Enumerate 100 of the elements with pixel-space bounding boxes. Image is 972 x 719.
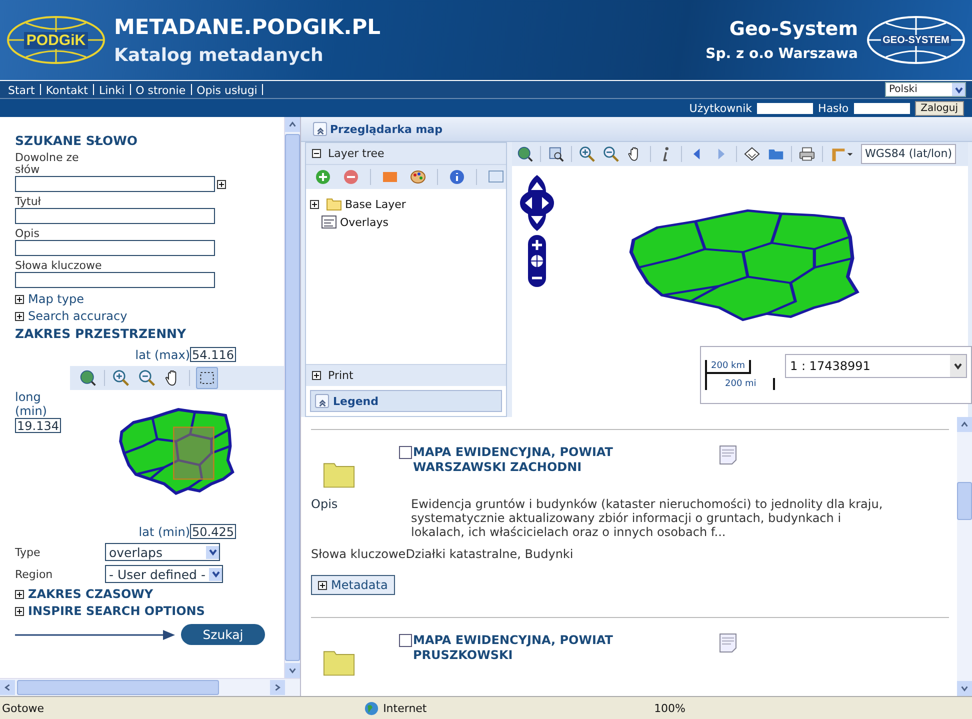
scroll-up-button[interactable] [957, 417, 972, 432]
site-subtitle: Katalog metadanych [114, 44, 324, 66]
zoom-in-icon[interactable] [111, 368, 131, 388]
palette-icon[interactable] [409, 168, 427, 186]
site-title: METADANE.PODGIK.PL [114, 14, 381, 38]
list-icon [321, 215, 337, 229]
text-field[interactable] [15, 240, 215, 256]
scale-label: 200 km [707, 360, 751, 374]
coordinate-field[interactable]: 54.116 [190, 347, 236, 362]
layer-tree-header[interactable]: Layer tree [328, 147, 384, 160]
expand-icon[interactable] [15, 590, 24, 598]
document-icon[interactable] [719, 633, 737, 653]
layers-icon[interactable] [743, 145, 761, 163]
checkbox[interactable] [399, 634, 412, 647]
expand-icon[interactable] [15, 606, 24, 616]
expand-icon[interactable] [217, 180, 226, 188]
double-caret-icon[interactable] [318, 398, 326, 407]
scale-label: 200 mi [707, 378, 775, 390]
scroll-right-button[interactable] [270, 680, 285, 695]
overview-map-drawing[interactable] [117, 406, 235, 498]
scroll-thumb[interactable] [17, 680, 219, 695]
globe-zoom-icon[interactable] [78, 368, 98, 388]
company-subtitle: Sp. z o.o Warszawa [706, 46, 858, 62]
username-field[interactable] [757, 102, 814, 114]
zoom-to-layer-icon[interactable] [547, 145, 565, 163]
collapsible-toggle[interactable]: Search accuracy [28, 309, 128, 323]
geo-system-logo[interactable]: GEO-SYSTEM [866, 15, 966, 65]
scroll-down-button[interactable] [285, 663, 300, 678]
expand-icon[interactable] [15, 294, 24, 304]
layer-name[interactable]: Overlays [340, 216, 388, 228]
logo-text: PODGiK [24, 32, 88, 48]
expand-icon[interactable] [312, 371, 321, 380]
layer-name[interactable]: Base Layer [345, 198, 406, 210]
collapsible-section[interactable]: INSPIRE SEARCH OPTIONS [28, 604, 205, 618]
nav-link[interactable]: Start [8, 84, 35, 96]
field-label: Słowa kluczowe [15, 260, 103, 272]
scroll-thumb[interactable] [957, 482, 972, 520]
nav-link[interactable]: Kontakt [46, 84, 88, 96]
printer-icon[interactable] [798, 145, 816, 163]
globe-zoom-icon[interactable] [516, 145, 534, 163]
projection-select[interactable]: WGS84 (lat/lon) [861, 144, 956, 164]
scroll-down-button[interactable] [957, 681, 972, 696]
pan-control-icon[interactable] [519, 174, 555, 232]
scroll-up-button[interactable] [285, 117, 300, 132]
expand-icon[interactable] [310, 200, 319, 208]
keywords-label: Słowa kluczowe [311, 547, 406, 561]
result-title[interactable]: MAPA EWIDENCYJNA, POWIAT PRUSZKOWSKI [413, 633, 653, 663]
field-label: Tytuł [15, 196, 42, 208]
coordinate-field[interactable]: 19.134 [15, 418, 61, 433]
text-field[interactable] [15, 272, 215, 288]
zoom-level[interactable]: 100% [654, 702, 686, 714]
globe-icon [364, 700, 380, 716]
keywords-text: Działki katastralne, Budynki [406, 547, 574, 561]
scale-select[interactable]: 1 : 17438991 [785, 354, 967, 378]
caret-down-icon[interactable] [288, 666, 297, 675]
print-panel-header[interactable]: Print [328, 369, 354, 382]
language-select[interactable]: Polski [885, 82, 966, 97]
box-select-icon[interactable] [196, 367, 218, 389]
caret-down-icon[interactable] [960, 684, 969, 693]
nav-link[interactable]: Linki [98, 84, 125, 96]
text-field[interactable] [15, 176, 215, 192]
field-label: Opis [15, 228, 40, 240]
expand-icon[interactable] [15, 312, 24, 320]
coordinate-field[interactable]: 50.425 [190, 524, 236, 539]
zoom-control-icon[interactable] [527, 235, 547, 287]
collapsible-toggle[interactable]: Map type [28, 292, 84, 306]
caret-up-icon[interactable] [960, 420, 969, 429]
legend-title: Legend [333, 394, 379, 408]
result-title[interactable]: MAPA EWIDENCYJNA, POWIAT WARSZAWSKI ZACHODNI [413, 445, 653, 475]
double-caret-icon[interactable] [316, 126, 324, 135]
caret-left-icon[interactable] [3, 683, 12, 692]
password-field[interactable] [854, 102, 910, 114]
section-heading: SZUKANE SŁOWO [15, 133, 139, 148]
expand-icon[interactable] [318, 580, 327, 590]
zoom-in-icon[interactable] [578, 145, 596, 163]
password-label: Hasło [818, 102, 849, 114]
collapsible-section[interactable]: ZAKRES CZASOWY [28, 587, 154, 601]
scroll-left-button[interactable] [0, 680, 15, 695]
dropdown-select[interactable]: - User defined - [105, 565, 224, 583]
dropdown-select[interactable]: overlaps [105, 543, 220, 561]
podgik-logo[interactable]: PODGiK [6, 15, 106, 65]
caret-right-icon[interactable] [273, 683, 282, 692]
info-icon[interactable] [448, 168, 466, 186]
checkbox[interactable] [399, 446, 412, 459]
text-field[interactable] [15, 208, 215, 224]
legend-panel-header[interactable]: Legend [310, 390, 502, 412]
nav-link[interactable]: Opis usługi [196, 84, 258, 96]
login-button[interactable]: Zaloguj [914, 100, 964, 116]
remove-layer-icon[interactable] [342, 168, 360, 186]
horizontal-scrollbar[interactable] [0, 678, 300, 696]
filter-label: Region [15, 568, 54, 580]
document-icon[interactable] [719, 445, 737, 465]
nav-link[interactable]: O stronie [136, 84, 186, 96]
search-button[interactable]: Szukaj [181, 624, 265, 645]
zoom-out-icon[interactable] [602, 145, 620, 163]
collapse-icon[interactable] [312, 149, 321, 158]
vertical-scrollbar[interactable] [957, 417, 972, 696]
caret-up-icon[interactable] [288, 120, 297, 129]
add-layer-icon[interactable] [314, 168, 332, 186]
zoom-out-icon[interactable] [137, 368, 157, 388]
